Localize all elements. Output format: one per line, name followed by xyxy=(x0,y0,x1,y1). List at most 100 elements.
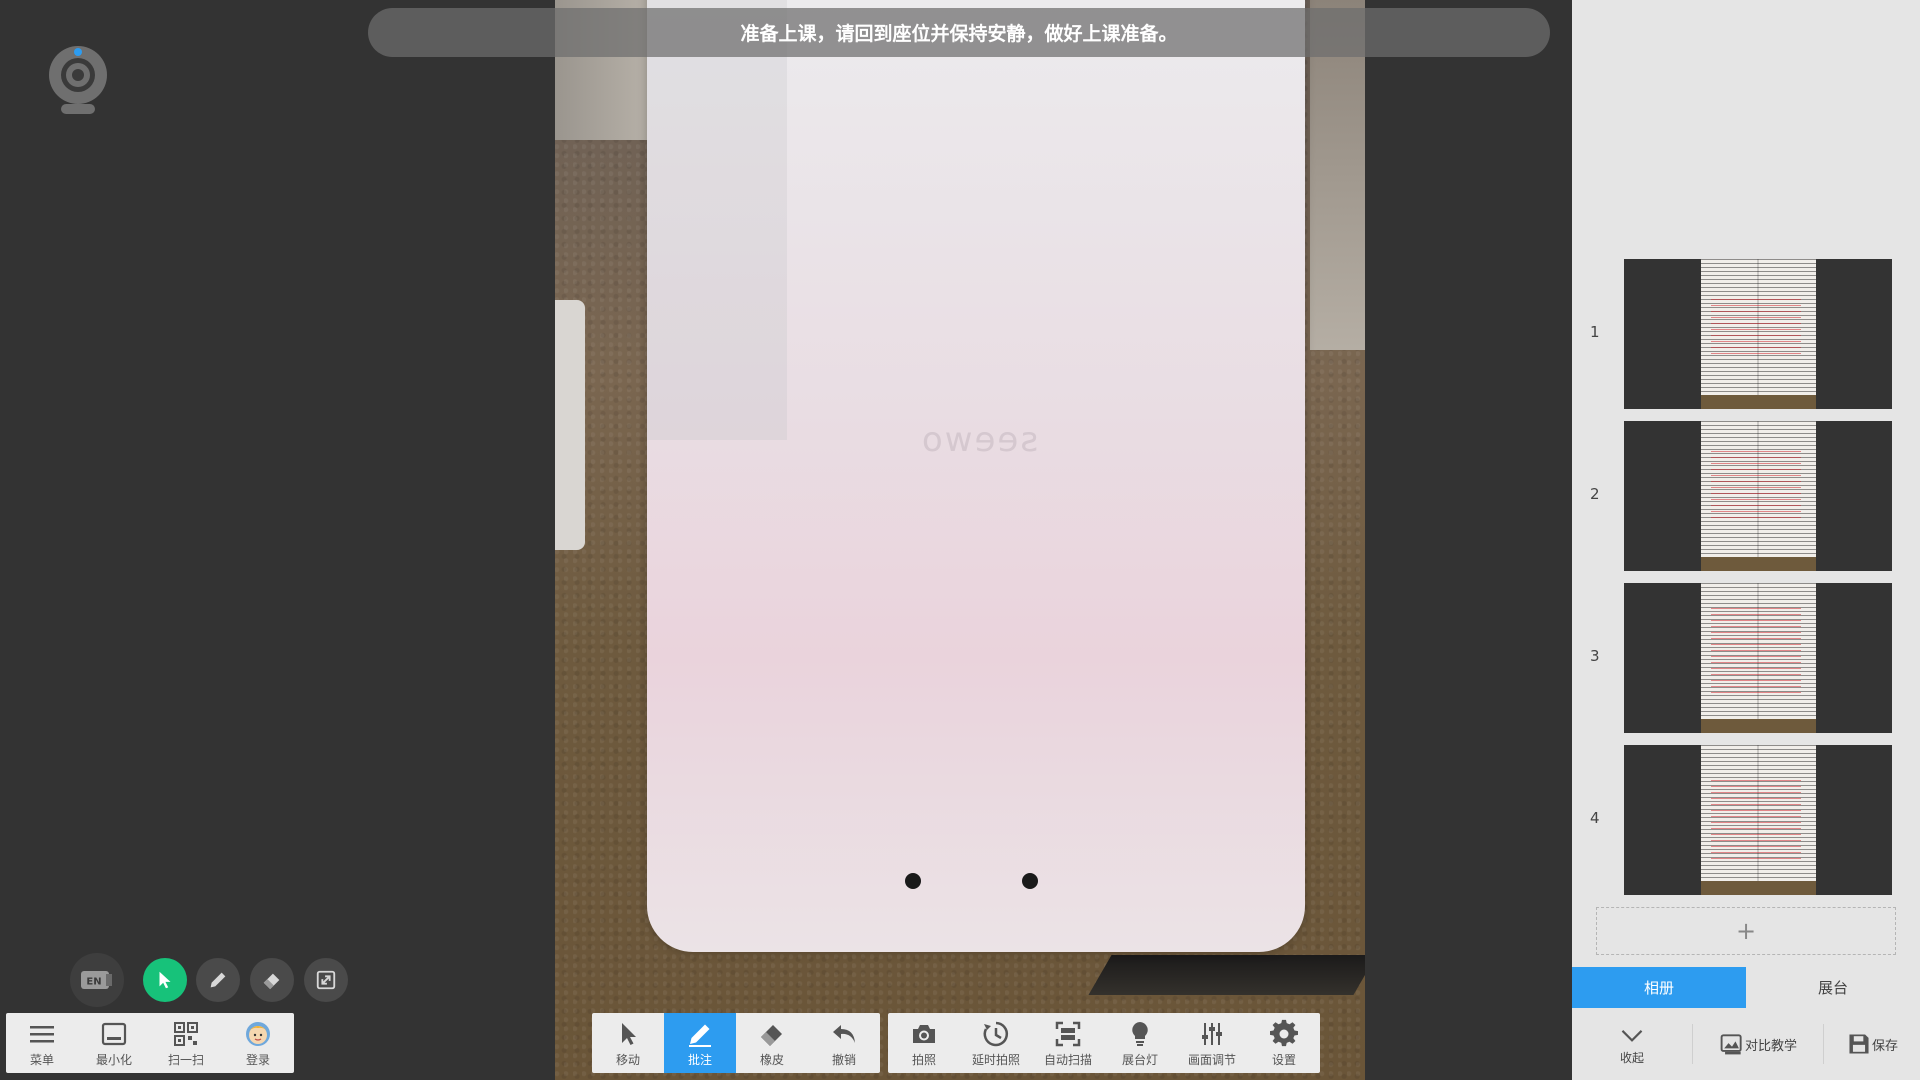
album-thumbnail[interactable] xyxy=(1624,583,1892,733)
camera-toolbar: 拍照 延时拍照 自动扫描 展台灯 画面调节 设置 xyxy=(888,1013,1320,1073)
tab-album[interactable]: 相册 xyxy=(1572,967,1746,1008)
thumb-number: 2 xyxy=(1590,485,1600,503)
thumb-number: 3 xyxy=(1590,647,1600,665)
en-keyboard-button[interactable]: EN xyxy=(70,953,124,1007)
save-icon xyxy=(1849,1034,1869,1054)
album-panel: 1 2 3 4 + 相册 展台 收起 对比教学 保存 xyxy=(1572,0,1920,1080)
compare-teaching-button[interactable]: 对比教学 xyxy=(1693,1031,1823,1057)
capture-button[interactable]: 拍照 xyxy=(888,1013,960,1073)
scan-qr-label: 扫一扫 xyxy=(167,1052,204,1067)
device-hole xyxy=(905,873,921,889)
album-thumbnail[interactable] xyxy=(1624,421,1892,571)
annotation-marks xyxy=(1711,608,1801,698)
eraser-label: 橡皮 xyxy=(759,1052,784,1067)
settings-button[interactable]: 设置 xyxy=(1248,1013,1320,1073)
undo-icon xyxy=(833,1024,855,1043)
collapse-button[interactable]: 收起 xyxy=(1572,1023,1692,1066)
pen-icon xyxy=(689,1024,711,1047)
tab-booth[interactable]: 展台 xyxy=(1746,967,1920,1008)
document-page xyxy=(1701,421,1816,571)
save-button[interactable]: 保存 xyxy=(1824,1031,1920,1057)
cursor-icon xyxy=(159,971,171,989)
album-thumbnail[interactable] xyxy=(1624,259,1892,409)
minimize-button[interactable]: 最小化 xyxy=(78,1013,150,1073)
undo-button[interactable]: 撤销 xyxy=(808,1013,880,1073)
album-item[interactable]: 3 xyxy=(1572,583,1920,733)
settings-label: 设置 xyxy=(1271,1052,1296,1067)
page-base xyxy=(1701,395,1816,409)
qr-code-icon xyxy=(174,1021,198,1046)
album-item[interactable]: 2 xyxy=(1572,421,1920,571)
en-label: EN xyxy=(86,977,101,988)
camera-icon xyxy=(913,1024,935,1043)
menu-icon xyxy=(30,1025,54,1042)
annotation-toolbar: 移动 批注 橡皮 撤销 xyxy=(592,1013,880,1073)
image-adjust-label: 画面调节 xyxy=(1187,1052,1236,1067)
webcam-icon[interactable] xyxy=(48,44,108,116)
annotation-marks xyxy=(1711,780,1801,860)
eraser-icon xyxy=(761,1024,782,1046)
auto-scan-label: 自动扫描 xyxy=(1043,1052,1092,1067)
menu-label: 菜单 xyxy=(29,1052,54,1067)
booth-light-label: 展台灯 xyxy=(1121,1052,1158,1067)
background-object xyxy=(1088,955,1365,995)
tablet-device: seewo xyxy=(647,0,1305,952)
document-page xyxy=(1701,259,1816,409)
gear-icon xyxy=(1270,1019,1298,1046)
device-logo: seewo xyxy=(919,420,1039,460)
login-button[interactable]: 登录 xyxy=(222,1013,294,1073)
collapse-label: 收起 xyxy=(1619,1050,1644,1065)
panel-tabs: 相册 展台 xyxy=(1572,967,1920,1008)
pen-icon xyxy=(210,972,226,988)
eraser-tool-button[interactable]: 橡皮 xyxy=(736,1013,808,1073)
image-adjust-button[interactable]: 画面调节 xyxy=(1176,1013,1248,1073)
minimize-icon xyxy=(101,1022,127,1045)
annotate-label: 批注 xyxy=(687,1052,712,1067)
select-tool-button[interactable] xyxy=(143,958,187,1002)
move-tool-button[interactable]: 移动 xyxy=(592,1013,664,1073)
annotation-marks xyxy=(1711,299,1801,359)
menu-button[interactable]: 菜单 xyxy=(6,1013,78,1073)
minimize-label: 最小化 xyxy=(95,1052,132,1067)
album-item[interactable]: 4 xyxy=(1572,745,1920,895)
document-page xyxy=(1701,583,1816,733)
auto-scan-button[interactable]: 自动扫描 xyxy=(1032,1013,1104,1073)
capture-label: 拍照 xyxy=(911,1052,936,1067)
pen-tool-button[interactable] xyxy=(196,958,240,1002)
page-base xyxy=(1701,557,1816,571)
avatar-icon xyxy=(246,1021,270,1046)
annotate-tool-button[interactable]: 批注 xyxy=(664,1013,736,1073)
background-paper xyxy=(555,300,585,550)
booth-light-button[interactable]: 展台灯 xyxy=(1104,1013,1176,1073)
page-base xyxy=(1701,719,1816,733)
en-keyboard-icon: EN xyxy=(81,971,112,989)
camera-feed[interactable]: seewo xyxy=(555,0,1365,1080)
timer-icon xyxy=(983,1021,1009,1046)
add-photo-button[interactable]: + xyxy=(1596,907,1896,955)
thumb-number: 1 xyxy=(1590,323,1600,341)
expand-icon xyxy=(316,970,336,990)
class-notice-banner: 准备上课，请回到座位并保持安静，做好上课准备。 xyxy=(368,8,1550,57)
chevron-down-icon xyxy=(1621,1029,1643,1042)
thumb-number: 4 xyxy=(1590,809,1600,827)
lightbulb-icon xyxy=(1132,1021,1148,1046)
eraser-tool-button[interactable] xyxy=(250,958,294,1002)
compare-icon xyxy=(1720,1034,1742,1055)
page-base xyxy=(1701,881,1816,895)
document-page xyxy=(1701,745,1816,895)
expand-button[interactable] xyxy=(304,958,348,1002)
login-label: 登录 xyxy=(245,1052,270,1067)
undo-label: 撤销 xyxy=(831,1052,856,1067)
scan-qr-button[interactable]: 扫一扫 xyxy=(150,1013,222,1073)
scan-icon xyxy=(1055,1021,1081,1046)
compare-label: 对比教学 xyxy=(1744,1038,1797,1054)
device-shade xyxy=(647,0,787,440)
eraser-icon xyxy=(263,973,280,990)
annotation-marks xyxy=(1711,451,1801,521)
sliders-icon xyxy=(1202,1022,1222,1045)
device-hole xyxy=(1022,873,1038,889)
album-thumbnail[interactable] xyxy=(1624,745,1892,895)
album-item[interactable]: 1 xyxy=(1572,259,1920,409)
main-toolbar: 菜单 最小化 扫一扫 登录 xyxy=(6,1013,294,1073)
timer-capture-button[interactable]: 延时拍照 xyxy=(960,1013,1032,1073)
